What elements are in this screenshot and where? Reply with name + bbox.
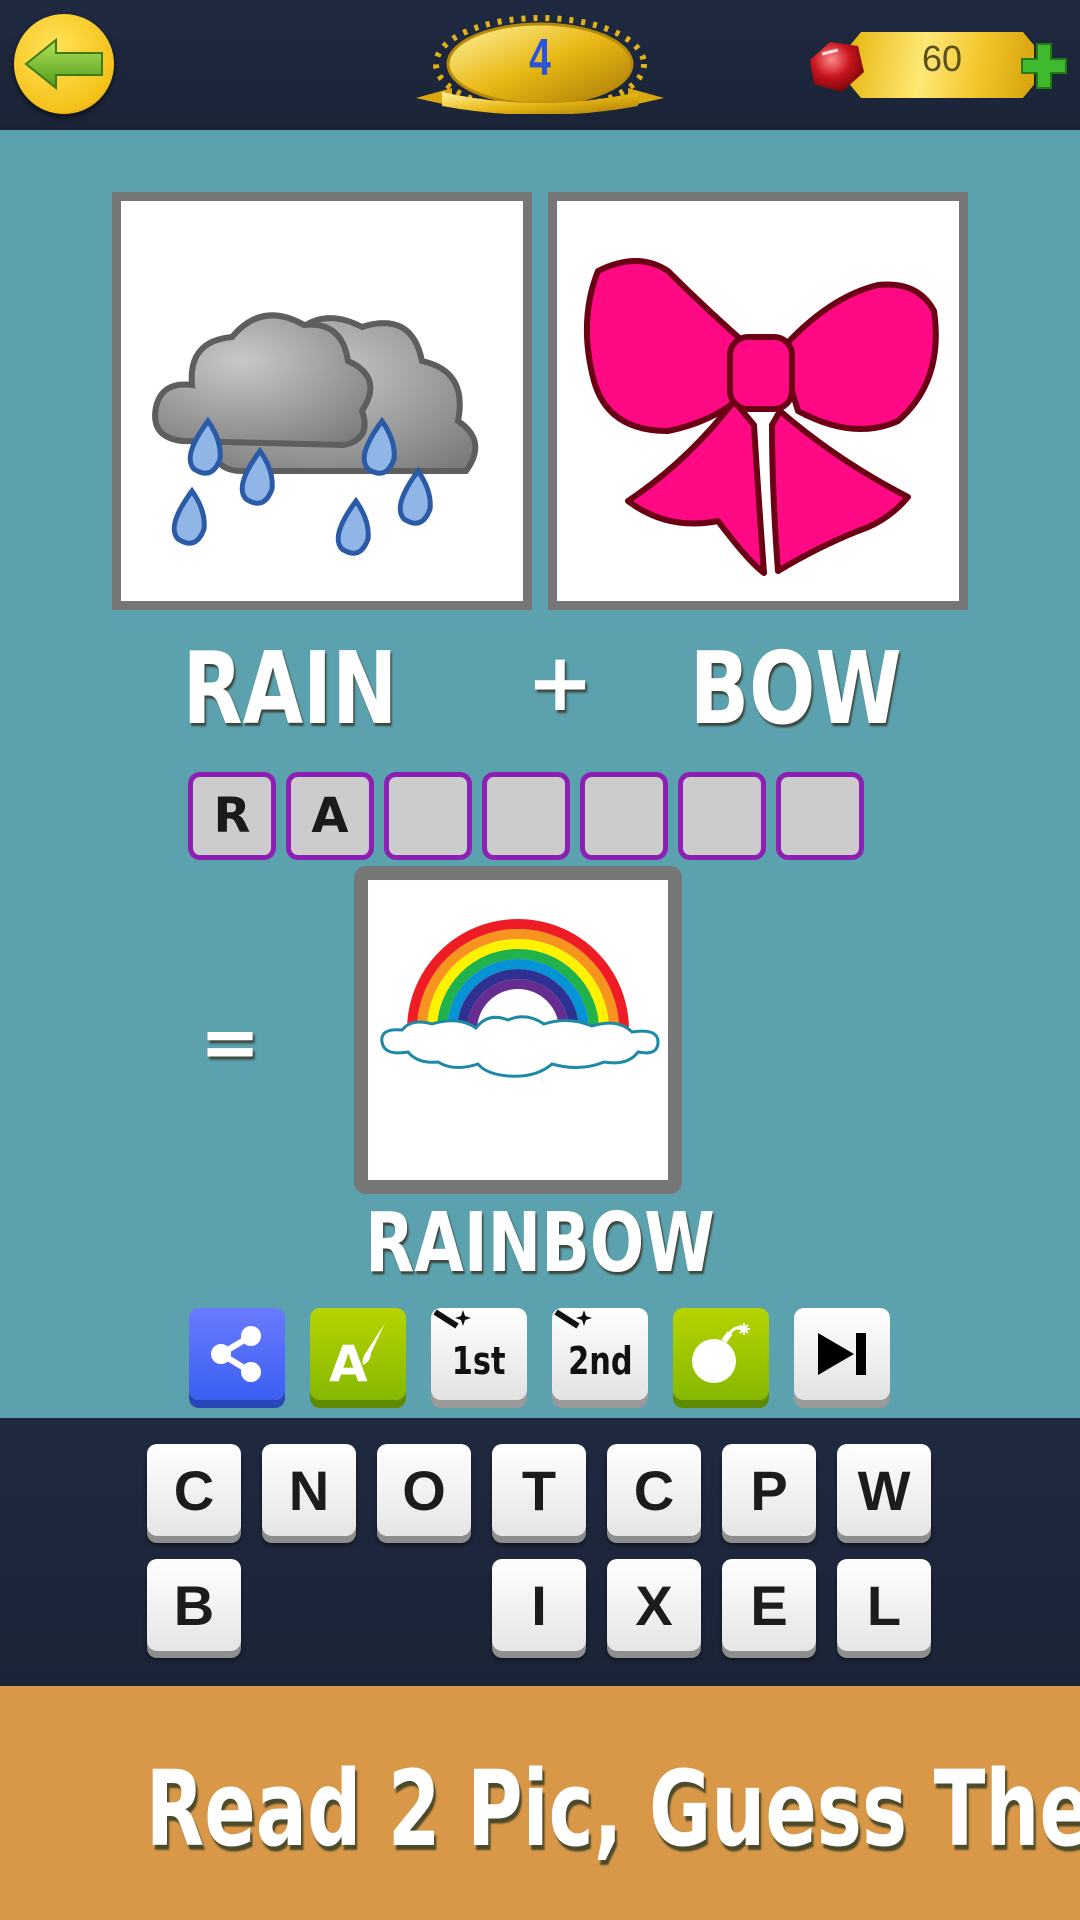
answer-slot[interactable]: A bbox=[286, 772, 374, 860]
letter-brush-icon: A bbox=[329, 1323, 385, 1389]
clue-picture-2 bbox=[548, 192, 968, 610]
letter-key[interactable]: E bbox=[722, 1559, 816, 1651]
letter-key[interactable]: T bbox=[492, 1444, 586, 1536]
reveal-letter-button[interactable]: A bbox=[310, 1308, 406, 1400]
letter-key[interactable]: N bbox=[262, 1444, 356, 1536]
letter-key[interactable]: C bbox=[607, 1444, 701, 1536]
add-gems-button[interactable] bbox=[1020, 42, 1068, 90]
share-icon bbox=[211, 1326, 261, 1382]
rainbow-image bbox=[380, 919, 660, 1078]
rain-cloud-image bbox=[152, 312, 479, 556]
tool-label: A bbox=[329, 1335, 368, 1389]
back-arrow-icon bbox=[24, 37, 103, 91]
equals-operator: = bbox=[199, 1000, 261, 1084]
bomb-icon bbox=[692, 1323, 750, 1383]
clue-word-1: RAIN bbox=[182, 630, 398, 747]
pink-bow-image bbox=[583, 258, 939, 576]
answer-slots: R A bbox=[188, 772, 864, 860]
tool-label: 1st bbox=[452, 1339, 506, 1383]
result-picture bbox=[354, 866, 682, 1194]
skip-icon bbox=[818, 1333, 866, 1375]
letter-key[interactable]: I bbox=[492, 1559, 586, 1651]
letter-keyboard: C N O T C P W B I X E L bbox=[0, 1418, 1080, 1686]
skip-button[interactable] bbox=[794, 1308, 890, 1400]
top-bar: 4 60 bbox=[0, 0, 1080, 130]
tool-label: 2nd bbox=[567, 1339, 633, 1383]
gem-count: 60 bbox=[921, 38, 963, 79]
level-number: 4 bbox=[529, 29, 551, 87]
first-letter-hint-button[interactable]: 1st bbox=[431, 1308, 527, 1400]
answer-slot[interactable] bbox=[678, 772, 766, 860]
letter-key[interactable]: O bbox=[377, 1444, 471, 1536]
letter-key[interactable]: X bbox=[607, 1559, 701, 1651]
banner-text: Read 2 Pic, Guess The Word bbox=[145, 1748, 1080, 1870]
level-badge: 4 bbox=[412, 14, 668, 114]
magic-wand-icon bbox=[554, 1309, 592, 1329]
letter-key[interactable]: P bbox=[722, 1444, 816, 1536]
answer-slot[interactable] bbox=[384, 772, 472, 860]
ruby-gem-icon bbox=[810, 42, 864, 92]
letter-key[interactable]: W bbox=[837, 1444, 931, 1536]
answer-slot[interactable] bbox=[482, 772, 570, 860]
share-button[interactable] bbox=[189, 1308, 285, 1400]
letter-key[interactable]: C bbox=[147, 1444, 241, 1536]
letter-key[interactable]: B bbox=[147, 1559, 241, 1651]
answer-slot[interactable] bbox=[776, 772, 864, 860]
clue-picture-1 bbox=[112, 192, 532, 610]
promo-banner[interactable]: Read 2 Pic, Guess The Word bbox=[0, 1686, 1080, 1920]
clue-word-2: BOW bbox=[689, 630, 902, 747]
hint-toolbar: A 1st 2nd bbox=[189, 1308, 890, 1400]
answer-slot[interactable] bbox=[580, 772, 668, 860]
gem-counter: 60 bbox=[800, 24, 1070, 108]
plus-operator: + bbox=[526, 636, 594, 729]
bomb-button[interactable] bbox=[673, 1308, 769, 1400]
magic-wand-icon bbox=[433, 1309, 471, 1329]
result-word: RAINBOW bbox=[365, 1196, 715, 1291]
letter-key[interactable]: L bbox=[837, 1559, 931, 1651]
answer-slot[interactable]: R bbox=[188, 772, 276, 860]
second-letter-hint-button[interactable]: 2nd bbox=[552, 1308, 648, 1400]
back-button[interactable] bbox=[14, 14, 114, 114]
